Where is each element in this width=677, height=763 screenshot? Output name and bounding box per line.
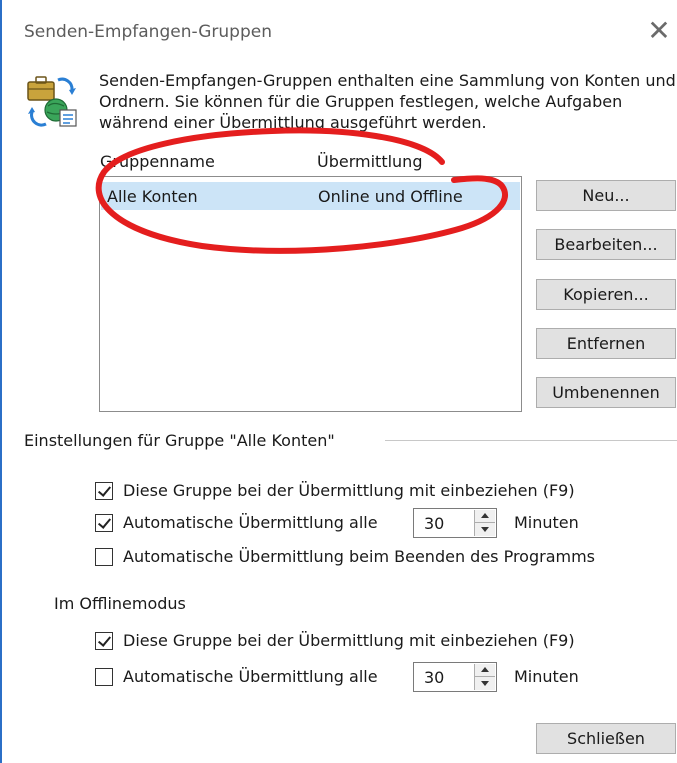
offline-include-group-checkbox[interactable]	[95, 632, 113, 650]
close-icon[interactable]: ✕	[644, 16, 674, 46]
spin-down-button[interactable]	[475, 677, 495, 690]
auto-send-unit: Minuten	[514, 513, 579, 532]
window-title: Senden-Empfangen-Gruppen	[24, 22, 272, 42]
close-button[interactable]: Schließen	[536, 723, 676, 754]
groups-list[interactable]: Alle Konten Online und Offline	[99, 176, 522, 412]
arrow-down-icon	[481, 527, 489, 532]
arrow-up-icon	[481, 667, 489, 672]
rename-button[interactable]: Umbenennen	[536, 377, 676, 408]
send-receive-groups-icon	[27, 76, 77, 127]
spin-buttons	[474, 510, 495, 536]
group-settings-title: Einstellungen für Gruppe "Alle Konten"	[24, 431, 335, 450]
list-item-name: Alle Konten	[107, 187, 198, 206]
send-receive-groups-dialog: Senden-Empfangen-Gruppen ✕ Senden-Empfan…	[0, 0, 677, 763]
edit-button[interactable]: Bearbeiten...	[536, 229, 676, 260]
offline-auto-send-checkbox[interactable]	[95, 668, 113, 686]
offline-auto-send-label[interactable]: Automatische Übermittlung alle	[123, 667, 378, 686]
spin-down-button[interactable]	[475, 523, 495, 536]
spin-buttons	[474, 664, 495, 690]
spin-up-button[interactable]	[475, 510, 495, 523]
arrow-down-icon	[481, 681, 489, 686]
include-group-label[interactable]: Diese Gruppe bei der Übermittlung mit ei…	[123, 481, 575, 500]
new-button[interactable]: Neu...	[536, 180, 676, 211]
auto-send-checkbox[interactable]	[95, 514, 113, 532]
list-item-transfer: Online und Offline	[318, 187, 463, 206]
column-header-transfer[interactable]: Übermittlung	[317, 152, 422, 171]
description-text: Senden-Empfangen-Gruppen enthalten eine …	[99, 71, 676, 132]
offline-auto-send-unit: Minuten	[514, 667, 579, 686]
remove-button[interactable]: Entfernen	[536, 328, 676, 359]
offline-auto-send-minutes-stepper[interactable]: 30	[413, 662, 497, 692]
column-header-group-name[interactable]: Gruppenname	[100, 152, 215, 171]
copy-button[interactable]: Kopieren...	[536, 279, 676, 310]
auto-send-minutes-stepper[interactable]: 30	[413, 508, 497, 538]
auto-send-label[interactable]: Automatische Übermittlung alle	[123, 513, 378, 532]
offline-auto-send-minutes-value[interactable]: 30	[424, 668, 444, 687]
list-item[interactable]: Alle Konten Online und Offline	[101, 182, 520, 210]
send-on-exit-checkbox[interactable]	[95, 548, 113, 566]
offline-include-group-label[interactable]: Diese Gruppe bei der Übermittlung mit ei…	[123, 631, 575, 650]
offline-section-title: Im Offlinemodus	[54, 594, 186, 613]
group-settings-divider	[385, 440, 677, 441]
arrow-up-icon	[481, 513, 489, 518]
send-on-exit-label[interactable]: Automatische Übermittlung beim Beenden d…	[123, 547, 595, 566]
auto-send-minutes-value[interactable]: 30	[424, 514, 444, 533]
title-bar: Senden-Empfangen-Gruppen ✕	[2, 0, 677, 62]
spin-up-button[interactable]	[475, 664, 495, 677]
include-group-checkbox[interactable]	[95, 482, 113, 500]
